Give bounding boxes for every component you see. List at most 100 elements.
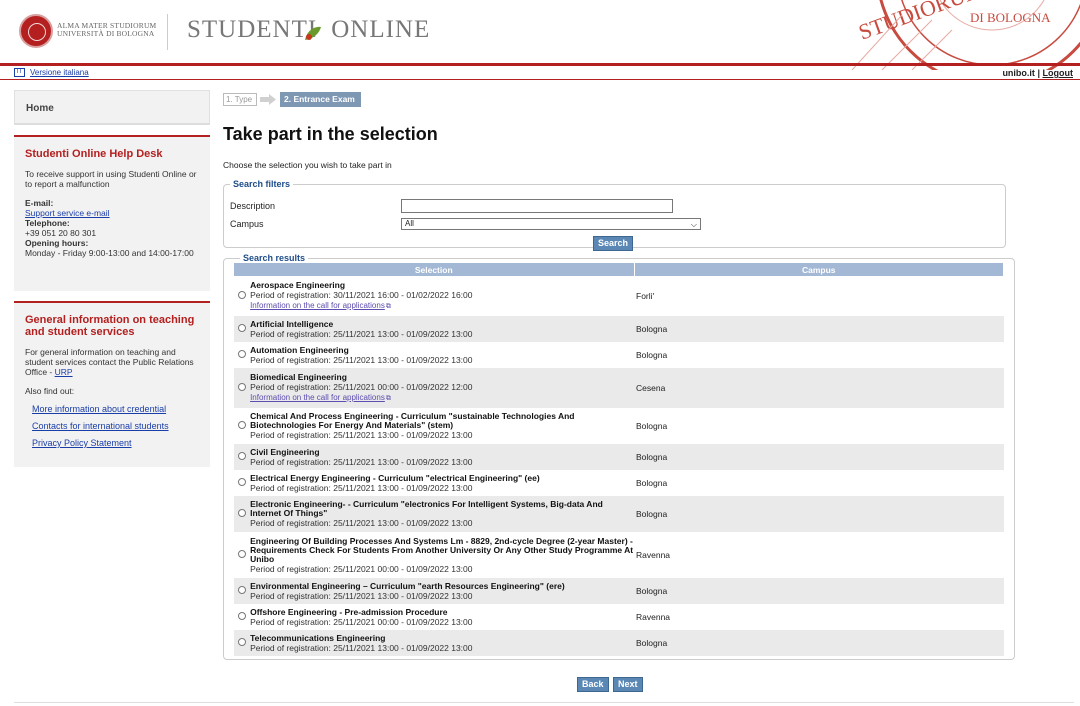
next-button[interactable]: Next <box>613 677 643 692</box>
general-info-text: For general information on teaching and … <box>25 347 200 377</box>
selection-radio[interactable] <box>238 478 247 486</box>
table-row[interactable]: Aerospace Engineering Period of registrat… <box>234 276 1004 316</box>
selection-radio[interactable] <box>238 291 247 299</box>
selection-cell: Electrical Energy Engineering - Curricul… <box>250 470 634 496</box>
campus-select[interactable]: All ⌵ <box>401 218 701 230</box>
radio-cell <box>234 444 251 470</box>
table-row[interactable]: Offshore Engineering - Pre-admission Pro… <box>234 604 1004 630</box>
selection-name: Artificial Intelligence <box>250 318 334 329</box>
selection-cell: Chemical And Process Engineering - Curri… <box>250 408 634 444</box>
radio-cell <box>234 408 250 444</box>
registration-period: Period of registration: 25/11/2021 13:00… <box>250 430 473 440</box>
brand-left: STUDENTI <box>187 16 318 43</box>
search-button[interactable]: Search <box>593 236 634 251</box>
svg-text:DI BOLOGNA: DI BOLOGNA <box>970 10 1051 25</box>
registration-period: Period of registration: 25/11/2021 13:00… <box>250 354 473 365</box>
helpdesk-intro: To receive support in using Studenti Onl… <box>25 169 197 189</box>
registration-period: Period of registration: 25/11/2021 00:00… <box>250 616 473 627</box>
table-row[interactable]: Electronic Engineering- - Curriculum "el… <box>234 496 1004 532</box>
step-type: 1. Type <box>223 93 257 106</box>
top-utility-bar: IT Versione italiana unibo.it | Logout <box>0 66 1080 80</box>
campus-cell: Bologna <box>634 578 1004 604</box>
general-info-box: General information on teaching and stud… <box>14 301 210 467</box>
selection-radio[interactable] <box>238 350 247 358</box>
table-row[interactable]: Telecommunications Engineering Period of … <box>234 630 1004 656</box>
selection-name: Offshore Engineering - Pre-admission Pro… <box>250 606 448 617</box>
radio-cell <box>234 496 251 532</box>
campus-cell: Bologna <box>634 316 1004 342</box>
campus-cell: Bologna <box>634 496 1004 532</box>
campus-label: Campus <box>230 219 264 229</box>
search-filters-legend: Search filters <box>233 179 291 189</box>
table-row[interactable]: Civil Engineering Period of registration:… <box>234 444 1004 470</box>
selection-cell: Biomedical Engineering Period of registra… <box>250 368 634 408</box>
page-subtitle: Choose the selection you wish to take pa… <box>223 160 392 170</box>
table-row[interactable]: Engineering Of Building Processes And Sy… <box>234 532 1004 578</box>
selection-cell: Telecommunications Engineering Period of … <box>250 630 634 656</box>
back-button[interactable]: Back <box>577 677 609 692</box>
selection-radio[interactable] <box>238 324 247 332</box>
selection-name: Electronic Engineering- - Curriculum "el… <box>250 499 603 518</box>
registration-period: Period of registration: 25/11/2021 13:00… <box>250 642 473 653</box>
selection-radio[interactable] <box>238 421 247 429</box>
table-row[interactable]: Automation Engineering Period of registra… <box>234 342 1004 368</box>
search-results: Search results Selection Campus Aerospac… <box>223 253 1015 660</box>
urp-link[interactable]: URP <box>55 367 73 377</box>
description-input[interactable] <box>401 199 673 213</box>
table-row[interactable]: Biomedical Engineering Period of registra… <box>234 368 1004 408</box>
registration-period: Period of registration: 25/11/2021 00:00… <box>250 382 473 392</box>
phone-label: Telephone: <box>25 218 70 228</box>
selection-name: Engineering Of Building Processes And Sy… <box>250 535 634 564</box>
selection-radio[interactable] <box>238 383 247 391</box>
campus-cell: Forli' <box>636 291 655 301</box>
university-big-seal: STUDIORUM DI BOLOGNA <box>851 0 1080 70</box>
sidebar-home[interactable]: Home <box>14 90 210 125</box>
credential-info-link[interactable]: More information about credential <box>32 404 200 414</box>
selection-radio[interactable] <box>238 586 247 594</box>
table-row[interactable]: Environmental Engineering – Curriculum "… <box>234 578 1004 604</box>
selection-name: Chemical And Process Engineering - Curri… <box>250 411 575 430</box>
email-label: E-mail: <box>25 198 54 208</box>
registration-period: Period of registration: 25/11/2021 13:00… <box>250 482 473 493</box>
campus-cell: Bologna <box>636 421 668 431</box>
campus-selected-value: All <box>405 219 414 228</box>
radio-cell <box>234 604 250 630</box>
registration-period: Period of registration: 25/11/2021 13:00… <box>250 590 473 601</box>
selection-radio[interactable] <box>238 612 247 620</box>
selection-radio[interactable] <box>238 452 247 460</box>
radio-cell <box>234 532 250 578</box>
international-contacts-link[interactable]: Contacts for international students <box>32 421 200 431</box>
selection-radio[interactable] <box>238 550 247 558</box>
table-row[interactable]: Artificial Intelligence Period of registr… <box>234 316 1004 342</box>
radio-cell <box>234 276 250 316</box>
selection-column-header: Selection <box>234 263 635 276</box>
language-flag-icon[interactable]: IT <box>14 68 25 77</box>
search-results-legend: Search results <box>243 253 306 263</box>
unibo-link[interactable]: unibo.it <box>1002 68 1035 78</box>
table-row[interactable]: Chemical And Process Engineering - Curri… <box>234 408 1004 444</box>
campus-cell: Bologna <box>634 444 1004 470</box>
info-links: More information about credential Contac… <box>32 404 200 448</box>
table-row[interactable]: Electrical Energy Engineering - Curricul… <box>234 470 1004 496</box>
selection-radio[interactable] <box>238 638 247 646</box>
campus-cell: Ravenna <box>636 550 671 560</box>
call-for-applications-link[interactable]: Information on the call for applications <box>250 301 385 310</box>
alma-mater-text: ALMA MATER STUDIORUM UNIVERSITÀ DI BOLOG… <box>57 22 156 38</box>
call-for-applications-link[interactable]: Information on the call for applications <box>250 393 385 402</box>
selection-cell: Environmental Engineering – Curriculum "… <box>250 578 634 604</box>
header-divider <box>167 14 168 50</box>
step-arrow-icon <box>260 94 276 105</box>
selection-cell: Artificial Intelligence Period of registr… <box>250 316 634 342</box>
radio-cell <box>234 578 251 604</box>
privacy-policy-link[interactable]: Privacy Policy Statement <box>32 438 200 448</box>
logout-link[interactable]: Logout <box>1043 68 1074 78</box>
registration-period: Period of registration: 25/11/2021 00:00… <box>250 563 473 574</box>
italian-version-link[interactable]: Versione italiana <box>30 68 89 77</box>
selection-radio[interactable] <box>238 509 247 517</box>
selection-name: Electrical Energy Engineering - Curricul… <box>250 472 540 483</box>
general-info-prefix: For general information on teaching and … <box>25 347 194 377</box>
footer-line <box>14 702 1074 703</box>
support-email-link[interactable]: Support service e-mail <box>25 208 110 218</box>
radio-cell <box>234 342 250 368</box>
svg-text:STUDIORUM: STUDIORUM <box>855 0 986 45</box>
